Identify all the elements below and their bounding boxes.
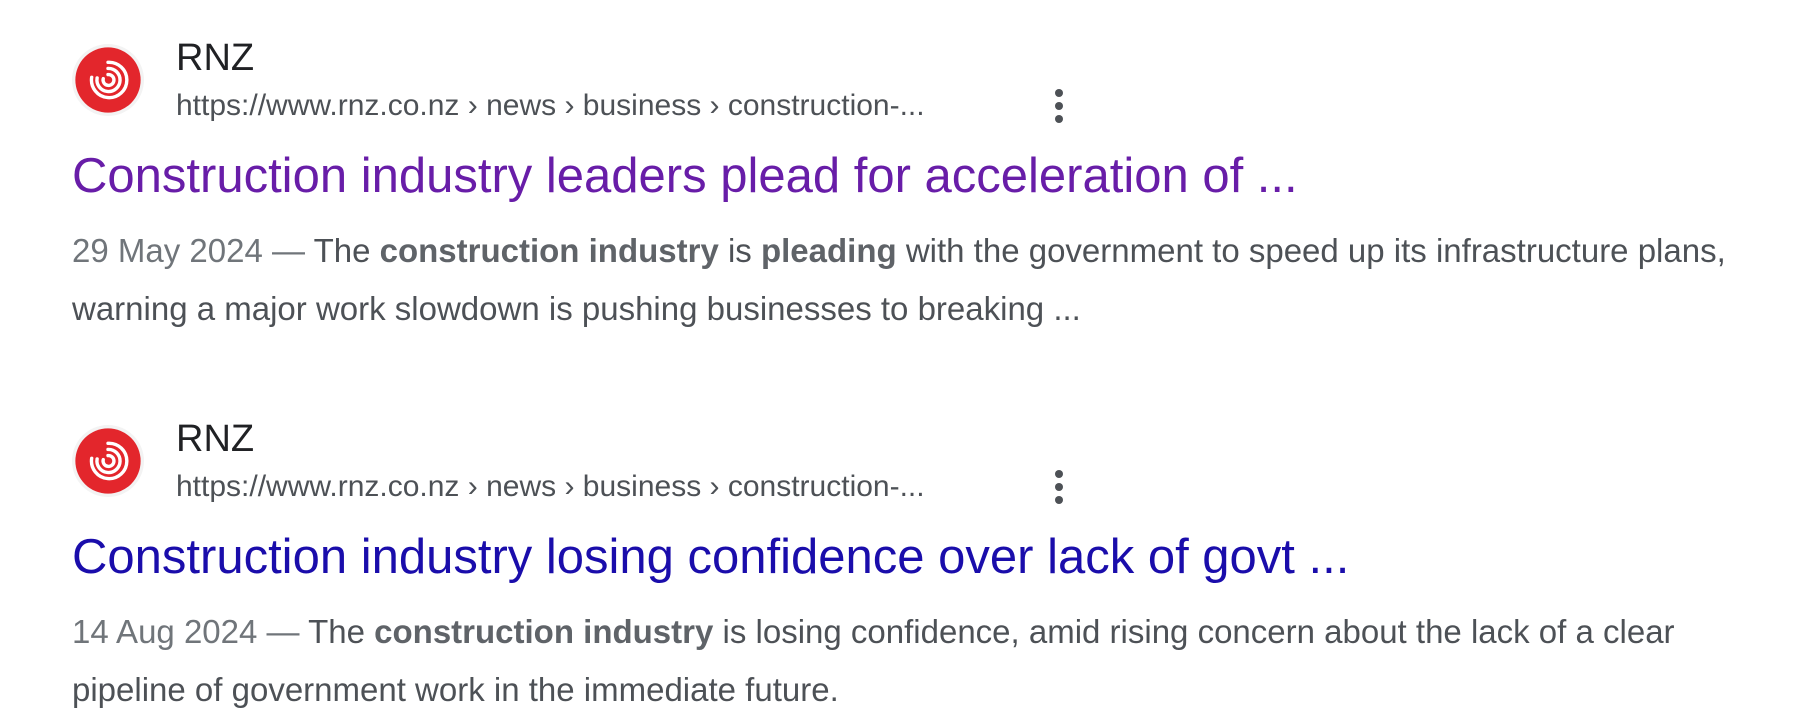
result-title-link[interactable]: Construction industry leaders plead for … [72,146,1792,206]
result-snippet: 29 May 2024 — The construction industry … [72,222,1792,338]
search-result: RNZ https://www.rnz.co.nz › news › busin… [72,417,1792,719]
result-source[interactable]: RNZ https://www.rnz.co.nz › news › busin… [72,36,1792,136]
result-source[interactable]: RNZ https://www.rnz.co.nz › news › busin… [72,417,1792,517]
more-vert-icon[interactable] [1046,467,1072,507]
snippet-text: The [308,613,375,650]
result-title-link[interactable]: Construction industry losing confidence … [72,527,1792,587]
result-date: 14 Aug 2024 [72,613,258,650]
date-separator: — [257,613,309,650]
snippet-highlight: construction industry [379,232,719,269]
site-url-breadcrumb: https://www.rnz.co.nz › news › business … [176,89,925,122]
result-snippet: 14 Aug 2024 — The construction industry … [72,603,1792,719]
date-separator: — [262,232,314,269]
site-url-breadcrumb: https://www.rnz.co.nz › news › business … [176,470,925,503]
search-result: RNZ https://www.rnz.co.nz › news › busin… [72,36,1792,338]
rnz-logo-icon [72,425,144,497]
snippet-highlight: pleading [760,232,897,269]
snippet-text: The [313,232,380,269]
more-vert-icon[interactable] [1046,86,1072,126]
snippet-highlight: construction industry [374,613,714,650]
snippet-text: is [718,232,761,269]
site-name: RNZ [176,37,255,79]
site-name: RNZ [176,418,255,460]
rnz-logo-icon [72,44,144,116]
result-date: 29 May 2024 [72,232,263,269]
